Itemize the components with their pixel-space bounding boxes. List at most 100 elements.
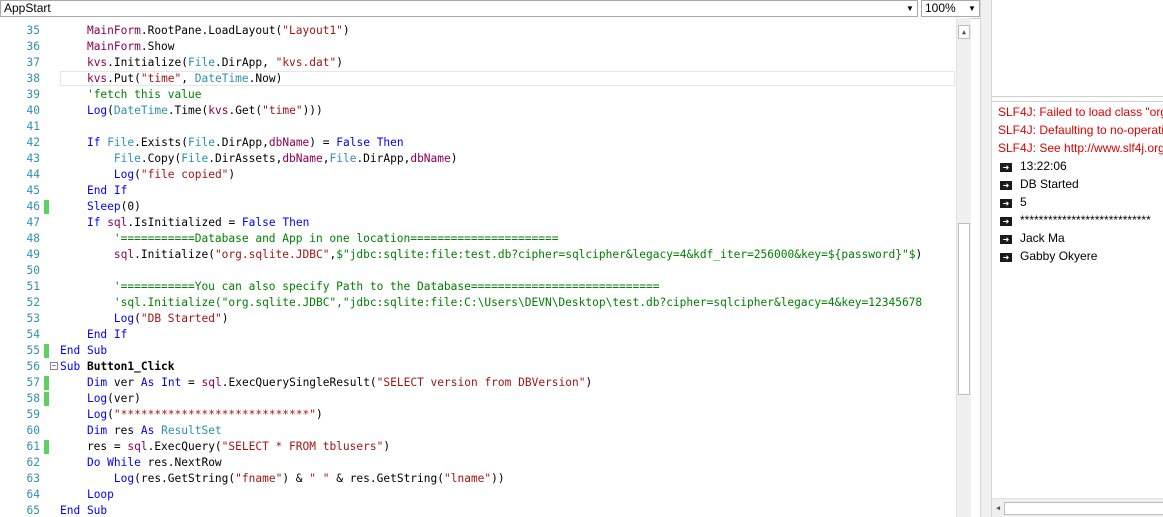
- line-number: 39: [26, 88, 40, 101]
- log-entry[interactable]: ➜ Jack Ma: [1000, 229, 1065, 247]
- code-text[interactable]: Sleep(0): [60, 199, 141, 215]
- fold-toggle-icon[interactable]: −: [50, 362, 58, 370]
- code-line[interactable]: 56 − Sub Button1_Click: [0, 359, 956, 375]
- code-text[interactable]: Loop: [60, 487, 114, 503]
- code-text[interactable]: End If: [60, 327, 127, 343]
- code-text[interactable]: kvs.Initialize(File.DirApp, "kvs.dat"): [60, 55, 343, 71]
- module-dropdown[interactable]: AppStart ▼: [0, 0, 918, 17]
- code-text[interactable]: Log("DB Started"): [60, 311, 229, 327]
- scrollbar-thumb[interactable]: [1004, 502, 1163, 515]
- line-number: 59: [26, 408, 40, 421]
- code-line[interactable]: 42 If File.Exists(File.DirApp,dbName) = …: [0, 135, 956, 151]
- code-line[interactable]: 46 Sleep(0): [0, 199, 956, 215]
- log-entry[interactable]: ➜ ****************************: [1000, 211, 1151, 229]
- code-line[interactable]: 44 Log("file copied"): [0, 167, 956, 183]
- code-text[interactable]: File.Copy(File.DirAssets,dbName,File.Dir…: [60, 151, 458, 167]
- divider: [992, 101, 1163, 102]
- code-text[interactable]: MainForm.RootPane.LoadLayout("Layout1"): [60, 23, 350, 39]
- logs-horizontal-scrollbar[interactable]: ◀: [992, 498, 1163, 517]
- code-line[interactable]: 50: [0, 263, 956, 279]
- code-line[interactable]: 39 'fetch this value: [0, 87, 956, 103]
- log-entry[interactable]: ➜ 13:22:06: [1000, 157, 1067, 175]
- code-text[interactable]: sql.Initialize("org.sqlite.JDBC",$"jdbc:…: [60, 247, 922, 263]
- logs-panel[interactable]: SLF4J: Failed to load class "org.s SLF4J:…: [992, 101, 1163, 517]
- code-line[interactable]: 59 Log("****************************"): [0, 407, 956, 423]
- chevron-down-icon[interactable]: ▼: [965, 1, 979, 16]
- code-line[interactable]: 63 Log(res.GetString("fname") & " " & re…: [0, 471, 956, 487]
- line-number: 53: [26, 312, 40, 325]
- change-marker: [44, 168, 49, 182]
- code-editor[interactable]: 34 MainForm = Form135 MainForm.RootPane.…: [0, 18, 956, 517]
- scrollbar-thumb[interactable]: [958, 223, 970, 395]
- log-error-line[interactable]: SLF4J: Failed to load class "org.s: [998, 103, 1163, 121]
- code-text[interactable]: Do While res.NextRow: [60, 455, 222, 471]
- code-text[interactable]: Log(res.GetString("fname") & " " & res.G…: [60, 471, 505, 487]
- code-line[interactable]: 45 End If: [0, 183, 956, 199]
- code-line[interactable]: 36 MainForm.Show: [0, 39, 956, 55]
- change-marker: [44, 200, 49, 214]
- log-entry[interactable]: ➜ Gabby Okyere: [1000, 247, 1097, 265]
- code-line[interactable]: 35 MainForm.RootPane.LoadLayout("Layout1…: [0, 23, 956, 39]
- code-line[interactable]: 41: [0, 119, 956, 135]
- code-text[interactable]: kvs.Put("time", DateTime.Now): [60, 71, 282, 87]
- code-text[interactable]: If sql.IsInitialized = False Then: [60, 215, 309, 231]
- scroll-left-icon[interactable]: ◀: [993, 502, 1003, 515]
- code-text[interactable]: Dim res As ResultSet: [60, 423, 222, 439]
- change-marker: [44, 232, 49, 246]
- code-line[interactable]: 40 Log(DateTime.Time(kvs.Get("time"))): [0, 103, 956, 119]
- change-marker: [44, 136, 49, 150]
- module-dropdown-value: AppStart: [4, 1, 51, 15]
- code-line[interactable]: 54 End If: [0, 327, 956, 343]
- code-line[interactable]: 52 'sql.Initialize("org.sqlite.JDBC","jd…: [0, 295, 956, 311]
- code-line[interactable]: 48 '===========Database and App in one l…: [0, 231, 956, 247]
- code-line[interactable]: 64 Loop: [0, 487, 956, 503]
- code-text[interactable]: End Sub: [60, 343, 107, 359]
- code-text[interactable]: '===========You can also specify Path to…: [60, 279, 660, 295]
- code-line[interactable]: 43 File.Copy(File.DirAssets,dbName,File.…: [0, 151, 956, 167]
- code-text[interactable]: 'sql.Initialize("org.sqlite.JDBC","jdbc:…: [60, 295, 922, 311]
- code-line[interactable]: 55 End Sub: [0, 343, 956, 359]
- code-text[interactable]: Sub Button1_Click: [60, 359, 175, 375]
- code-text[interactable]: Dim ver As Int = sql.ExecQuerySingleResu…: [60, 375, 592, 391]
- code-text[interactable]: Log("****************************"): [60, 407, 323, 423]
- code-line[interactable]: 53 Log("DB Started"): [0, 311, 956, 327]
- log-entry[interactable]: ➜ DB Started: [1000, 175, 1079, 193]
- code-line[interactable]: 62 Do While res.NextRow: [0, 455, 956, 471]
- code-line[interactable]: 61 res = sql.ExecQuery("SELECT * FROM tb…: [0, 439, 956, 455]
- scroll-up-icon[interactable]: ▲: [958, 25, 970, 39]
- code-line[interactable]: 57 Dim ver As Int = sql.ExecQuerySingleR…: [0, 375, 956, 391]
- line-number: 56: [26, 360, 40, 373]
- code-line[interactable]: 38 kvs.Put("time", DateTime.Now): [0, 71, 956, 87]
- code-text[interactable]: 'fetch this value: [60, 87, 202, 103]
- log-entry[interactable]: ➜ 5: [1000, 193, 1027, 211]
- arrow-right-icon: ➜: [1000, 199, 1012, 208]
- code-line[interactable]: 37 kvs.Initialize(File.DirApp, "kvs.dat"…: [0, 55, 956, 71]
- log-entry-text: DB Started: [1020, 177, 1079, 191]
- code-text[interactable]: res = sql.ExecQuery("SELECT * FROM tblus…: [60, 439, 390, 455]
- change-marker: [44, 248, 49, 262]
- editor-vertical-scrollbar[interactable]: ▲: [956, 18, 971, 517]
- line-number: 47: [26, 216, 40, 229]
- change-marker: [44, 488, 49, 502]
- zoom-dropdown[interactable]: 100% ▼: [921, 0, 980, 17]
- code-text[interactable]: Log(DateTime.Time(kvs.Get("time"))): [60, 103, 323, 119]
- code-text[interactable]: End If: [60, 183, 127, 199]
- code-text[interactable]: End Sub: [60, 503, 107, 517]
- code-text[interactable]: MainForm.Show: [60, 39, 175, 55]
- code-text[interactable]: Log(ver): [60, 391, 141, 407]
- log-error-line[interactable]: SLF4J: See http://www.slf4j.org/: [998, 139, 1163, 157]
- panel-splitter[interactable]: [980, 0, 992, 517]
- code-text[interactable]: If File.Exists(File.DirApp,dbName) = Fal…: [60, 135, 404, 151]
- code-text[interactable]: Log("file copied"): [60, 167, 235, 183]
- log-error-line[interactable]: SLF4J: Defaulting to no-operatio: [998, 121, 1163, 139]
- line-number: 40: [26, 104, 40, 117]
- code-line[interactable]: 58 Log(ver): [0, 391, 956, 407]
- code-line[interactable]: 47 If sql.IsInitialized = False Then: [0, 215, 956, 231]
- code-text[interactable]: '===========Database and App in one loca…: [60, 231, 559, 247]
- code-line[interactable]: 49 sql.Initialize("org.sqlite.JDBC",$"jd…: [0, 247, 956, 263]
- change-marker: [44, 408, 49, 422]
- code-line[interactable]: 65 End Sub: [0, 503, 956, 517]
- code-line[interactable]: 51 '===========You can also specify Path…: [0, 279, 956, 295]
- chevron-down-icon[interactable]: ▼: [903, 1, 917, 16]
- code-line[interactable]: 60 Dim res As ResultSet: [0, 423, 956, 439]
